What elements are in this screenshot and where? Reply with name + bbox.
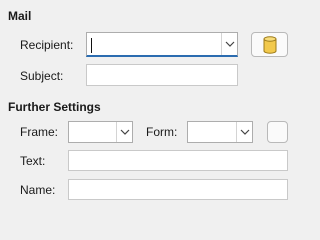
form-label: Form: (146, 125, 178, 139)
database-icon (263, 36, 277, 54)
recipient-combobox[interactable] (86, 32, 238, 57)
further-settings-heading: Further Settings (8, 100, 101, 114)
text-input[interactable] (68, 150, 288, 171)
chevron-down-icon (120, 129, 129, 135)
chevron-down-icon (225, 41, 234, 47)
recipient-dropdown-button[interactable] (221, 33, 237, 55)
form-options-button[interactable] (267, 121, 288, 143)
subject-input[interactable] (86, 64, 238, 86)
name-label: Name: (20, 183, 56, 197)
address-book-button[interactable] (251, 32, 288, 57)
text-caret (91, 38, 92, 53)
subject-label: Subject: (20, 69, 64, 83)
text-label: Text: (20, 154, 46, 168)
frame-label: Frame: (20, 125, 59, 139)
frame-combobox[interactable] (68, 121, 133, 143)
recipient-label: Recipient: (20, 38, 74, 52)
form-dropdown-button[interactable] (236, 122, 252, 142)
form-combobox[interactable] (187, 121, 253, 143)
name-input[interactable] (68, 179, 288, 200)
chevron-down-icon (240, 129, 249, 135)
frame-dropdown-button[interactable] (116, 122, 132, 142)
mail-heading: Mail (8, 9, 32, 23)
